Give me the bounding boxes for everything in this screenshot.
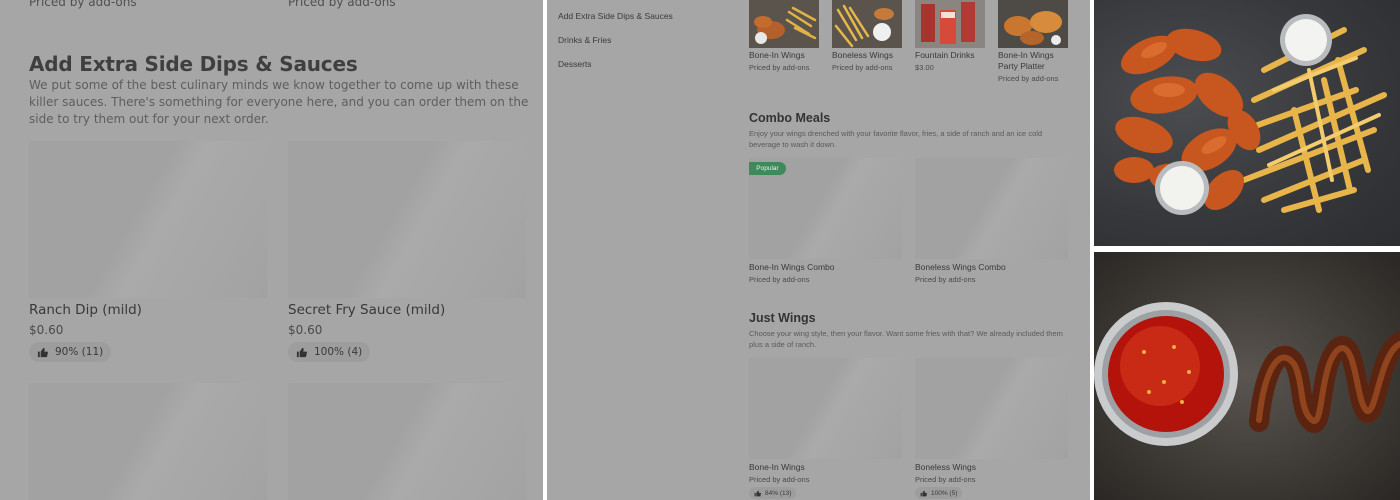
popular-badge: Popular (749, 162, 786, 175)
item-name[interactable]: Boneless Wings (832, 50, 904, 61)
item-name[interactable]: Fountain Drinks (915, 50, 987, 61)
item-sub: Priced by add-ons (749, 63, 810, 72)
item-name[interactable]: Secret Fry Sauce (mild) (288, 302, 445, 318)
item-name[interactable]: Boneless Wings (915, 462, 976, 473)
item-sub: Priced by add-ons (915, 275, 976, 284)
item-sub: Priced by add-ons (832, 63, 893, 72)
rating-text: 100% (5) (931, 489, 958, 497)
item-image-placeholder[interactable] (915, 158, 1068, 259)
item-name[interactable]: Bone-In Wings (749, 50, 821, 61)
item-sub: Priced by add-ons (998, 74, 1059, 83)
rating-text: 84% (13) (765, 489, 792, 497)
sauce-photo (1094, 252, 1400, 500)
thumbs-up-icon (920, 490, 927, 496)
section-title-wings: Just Wings (749, 311, 816, 325)
thumbs-up-icon (754, 490, 761, 496)
wings-and-fries-photo (1094, 0, 1400, 246)
nav-link-dips[interactable]: Add Extra Side Dips & Sauces (558, 11, 673, 21)
top-item-sub-1: Priced by add-ons (29, 0, 137, 9)
thumbs-up-icon (296, 347, 307, 357)
thumbs-up-icon (37, 347, 48, 357)
item-thumbnail-bone-in-wings[interactable] (749, 0, 819, 48)
item-name[interactable]: Ranch Dip (mild) (29, 302, 142, 318)
item-name[interactable]: Bone-In Wings Combo (749, 262, 835, 273)
item-thumbnail-boneless-wings[interactable] (832, 0, 902, 48)
item-name[interactable]: Bone-In Wings Party Platter (998, 50, 1070, 72)
item-price: $0.60 (288, 323, 323, 337)
item-image-placeholder[interactable] (288, 383, 526, 500)
nav-link-drinks-fries[interactable]: Drinks & Fries (558, 35, 611, 45)
rating-pill: 84% (13) (749, 487, 797, 499)
item-sub: Priced by add-ons (749, 275, 810, 284)
item-image-placeholder[interactable] (749, 358, 902, 459)
photo-column (1094, 0, 1400, 500)
rating-pill: 100% (5) (915, 487, 963, 499)
rating-text: 90% (11) (55, 346, 104, 358)
section-description-combo: Enjoy your wings drenched with your favo… (749, 129, 1043, 149)
item-thumbnail-party-platter[interactable] (998, 0, 1068, 48)
section-title: Add Extra Side Dips & Sauces (29, 52, 358, 76)
menu-panel-dips: Priced by add-ons Priced by add-ons Add … (0, 0, 543, 500)
item-sub: Priced by add-ons (915, 475, 976, 484)
section-description: We put some of the best culinary minds w… (29, 78, 529, 126)
item-image-placeholder[interactable] (915, 358, 1068, 459)
top-item-sub-2: Priced by add-ons (288, 0, 396, 9)
item-price: $0.60 (29, 323, 64, 337)
item-name[interactable]: Bone-In Wings (749, 462, 805, 473)
item-image-placeholder[interactable] (288, 141, 526, 298)
item-image-placeholder[interactable] (29, 383, 267, 500)
item-thumbnail-fountain-drinks[interactable] (915, 0, 985, 48)
rating-pill: 90% (11) (29, 342, 112, 362)
section-title-combo: Combo Meals (749, 111, 831, 125)
item-sub: Priced by add-ons (749, 475, 810, 484)
item-image-placeholder[interactable] (29, 141, 267, 298)
nav-link-desserts[interactable]: Desserts (558, 59, 592, 69)
menu-panel-overview: Add Extra Side Dips & Sauces Drinks & Fr… (547, 0, 1090, 500)
item-price: $3.00 (915, 63, 934, 72)
section-description-wings: Choose your wing style, then your flavor… (749, 329, 1063, 349)
item-name[interactable]: Boneless Wings Combo (915, 262, 1006, 273)
rating-text: 100% (4) (314, 346, 363, 358)
rating-pill: 100% (4) (288, 342, 371, 362)
